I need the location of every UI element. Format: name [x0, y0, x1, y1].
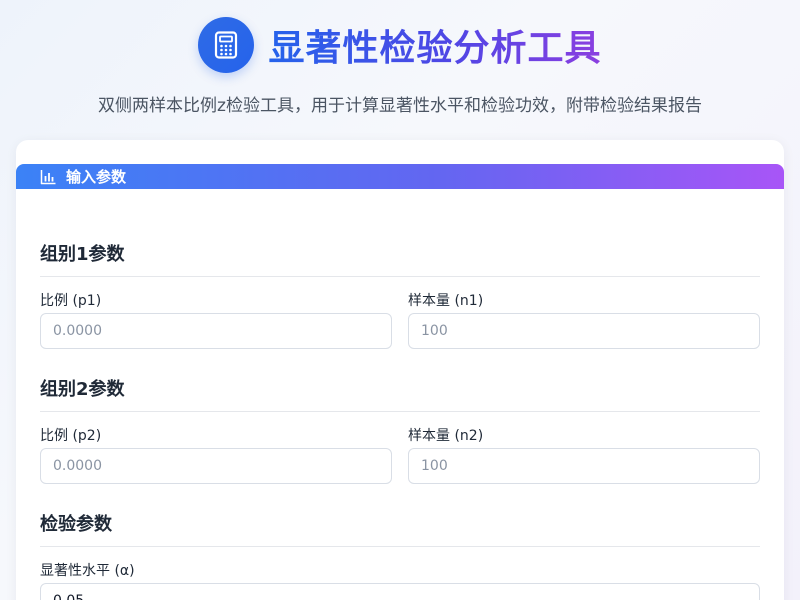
- p1-label: 比例 (p1): [40, 293, 102, 309]
- n2-input[interactable]: [408, 448, 760, 484]
- bar-chart-icon: [40, 169, 56, 185]
- group1-section-title: 组别1参数: [40, 240, 760, 277]
- p1-input[interactable]: [40, 313, 392, 349]
- n2-label: 样本量 (n2): [408, 428, 484, 444]
- page-title: 显著性检验分析工具: [268, 19, 601, 71]
- page-subtitle: 双侧两样本比例z检验工具，用于计算显著性水平和检验功效，附带检验结果报告: [98, 96, 702, 116]
- group2-section-title: 组别2参数: [40, 375, 760, 412]
- page: 显著性检验分析工具 双侧两样本比例z检验工具，用于计算显著性水平和检验功效，附带…: [0, 0, 800, 600]
- page-header: 显著性检验分析工具: [0, 16, 800, 74]
- n1-label: 样本量 (n1): [408, 293, 484, 309]
- alpha-label: 显著性水平 (α): [40, 563, 135, 579]
- p2-label: 比例 (p2): [40, 428, 102, 444]
- input-card: 输入参数 组别1参数 比例 (p1) 样本量 (n1) 组别2参数 比例 (p2…: [16, 140, 784, 600]
- input-card-title: 输入参数: [66, 168, 127, 186]
- alpha-input[interactable]: [40, 583, 760, 600]
- input-card-header: 输入参数: [16, 164, 784, 189]
- p2-input[interactable]: [40, 448, 392, 484]
- n1-input[interactable]: [408, 313, 760, 349]
- calculator-icon: [198, 17, 255, 73]
- test-section-title: 检验参数: [40, 510, 760, 547]
